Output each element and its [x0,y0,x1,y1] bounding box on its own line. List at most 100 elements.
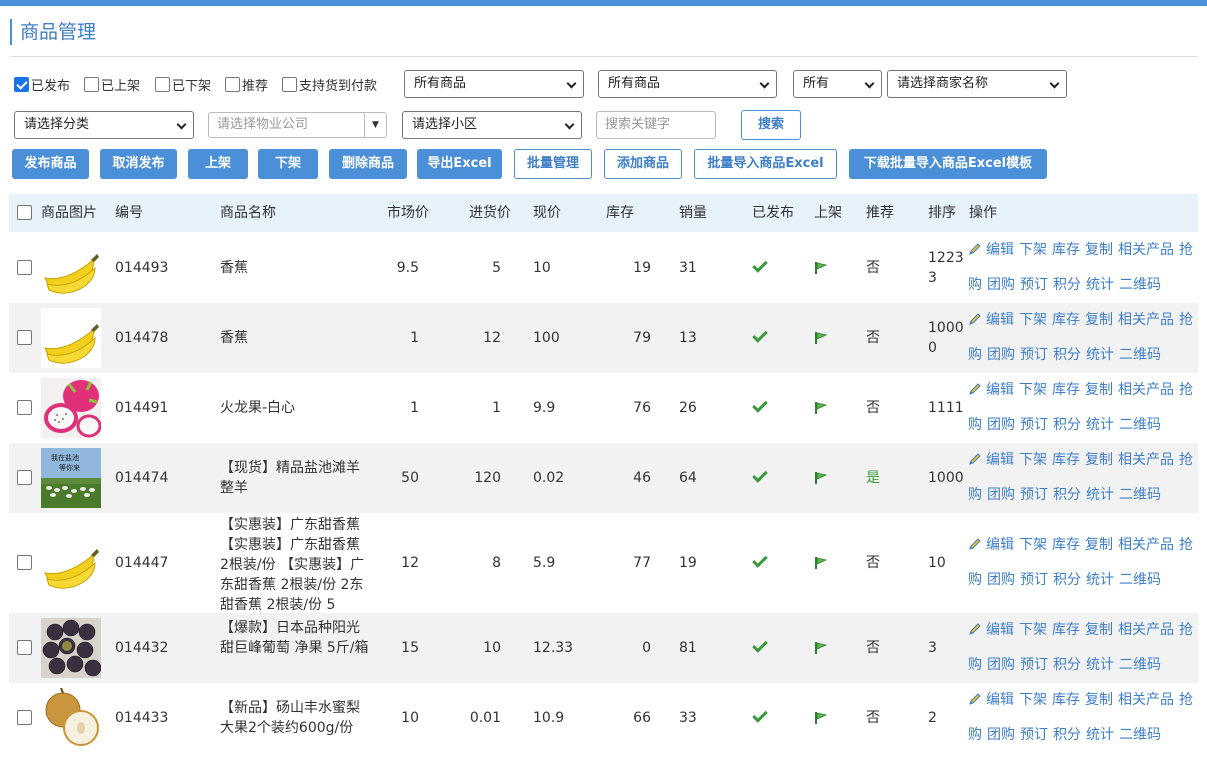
op-link[interactable]: 统计 [1086,347,1114,363]
op-link[interactable]: 库存 [1052,312,1080,328]
op-link[interactable]: 编辑 [986,312,1014,328]
op-link[interactable]: 下架 [1019,312,1047,328]
op-link[interactable]: 下架 [1019,242,1047,258]
op-link[interactable]: 下架 [1019,622,1047,638]
op-link[interactable]: 复制 [1085,622,1113,638]
op-link[interactable]: 复制 [1085,692,1113,708]
category-select[interactable]: 请选择分类 [14,111,194,139]
op-link[interactable]: 二维码 [1119,417,1161,433]
all-select[interactable]: 所有 [793,70,882,98]
op-link[interactable]: 编辑 [986,382,1014,398]
op-link[interactable]: 相关产品 [1118,452,1174,468]
op-link[interactable]: 复制 [1085,452,1113,468]
op-link[interactable]: 预订 [1020,347,1048,363]
op-link[interactable]: 编辑 [986,537,1014,553]
op-link[interactable]: 二维码 [1119,657,1161,673]
op-link[interactable]: 二维码 [1119,277,1161,293]
flag-icon[interactable] [814,711,828,725]
op-link[interactable]: 积分 [1053,487,1081,503]
select-all-checkbox[interactable] [17,205,32,220]
flag-icon[interactable] [814,471,828,485]
filter-cod[interactable]: 支持货到付款 [282,70,377,98]
shelved-checkbox[interactable] [84,76,99,92]
op-link[interactable]: 统计 [1086,657,1114,673]
op-link[interactable]: 编辑 [986,692,1014,708]
op-link[interactable]: 积分 [1053,277,1081,293]
search-button[interactable]: 搜索 [741,110,801,140]
op-link[interactable]: 统计 [1086,727,1114,743]
published-checkbox[interactable] [14,76,29,92]
op-link[interactable]: 下架 [1019,692,1047,708]
property-company-combo[interactable]: 请选择物业公司 ▼ [208,112,387,138]
flag-icon[interactable] [814,331,828,345]
unshelved-checkbox[interactable] [155,76,170,92]
download-template-button[interactable]: 下载批量导入商品Excel模板 [849,149,1047,179]
op-link[interactable]: 预订 [1020,487,1048,503]
op-link[interactable]: 积分 [1053,727,1081,743]
op-link[interactable]: 复制 [1085,382,1113,398]
op-link[interactable]: 库存 [1052,382,1080,398]
op-link[interactable]: 编辑 [986,452,1014,468]
op-link[interactable]: 统计 [1086,487,1114,503]
goods-status-select[interactable]: 所有商品 [598,70,777,98]
filter-shelved[interactable]: 已上架 [84,70,140,98]
flag-icon[interactable] [814,556,828,570]
add-goods-button[interactable]: 添加商品 [604,149,682,179]
recommend-checkbox[interactable] [225,76,240,92]
delete-button[interactable]: 删除商品 [329,149,407,179]
flag-icon[interactable] [814,641,828,655]
op-link[interactable]: 下架 [1019,452,1047,468]
op-link[interactable]: 预订 [1020,727,1048,743]
shelve-button[interactable]: 上架 [188,149,248,179]
op-link[interactable]: 预订 [1020,277,1048,293]
op-link[interactable]: 统计 [1086,572,1114,588]
op-link[interactable]: 团购 [987,727,1015,743]
goods-type-select[interactable]: 所有商品 [404,70,584,98]
op-link[interactable]: 相关产品 [1118,312,1174,328]
flag-icon[interactable] [814,261,828,275]
unshelve-button[interactable]: 下架 [258,149,318,179]
row-checkbox[interactable] [17,400,32,415]
filter-published[interactable]: 已发布 [14,70,70,98]
row-checkbox[interactable] [17,710,32,725]
op-link[interactable]: 编辑 [986,242,1014,258]
op-link[interactable]: 统计 [1086,277,1114,293]
op-link[interactable]: 相关产品 [1118,242,1174,258]
op-link[interactable]: 相关产品 [1118,382,1174,398]
op-link[interactable]: 预订 [1020,572,1048,588]
op-link[interactable]: 预订 [1020,657,1048,673]
op-link[interactable]: 库存 [1052,242,1080,258]
batch-import-button[interactable]: 批量导入商品Excel [694,149,837,179]
community-select[interactable]: 请选择小区 [402,111,582,139]
op-link[interactable]: 复制 [1085,537,1113,553]
op-link[interactable]: 相关产品 [1118,622,1174,638]
op-link[interactable]: 下架 [1019,382,1047,398]
row-checkbox[interactable] [17,260,32,275]
filter-recommend[interactable]: 推荐 [225,70,268,98]
dropdown-arrow-icon[interactable]: ▼ [364,113,386,137]
op-link[interactable]: 积分 [1053,347,1081,363]
op-link[interactable]: 二维码 [1119,572,1161,588]
op-link[interactable]: 团购 [987,277,1015,293]
keyword-search-input[interactable]: 搜索关键字 [596,111,716,139]
op-link[interactable]: 复制 [1085,242,1113,258]
row-checkbox[interactable] [17,470,32,485]
op-link[interactable]: 库存 [1052,622,1080,638]
op-link[interactable]: 团购 [987,487,1015,503]
op-link[interactable]: 团购 [987,347,1015,363]
op-link[interactable]: 统计 [1086,417,1114,433]
op-link[interactable]: 预订 [1020,417,1048,433]
flag-icon[interactable] [814,401,828,415]
op-link[interactable]: 编辑 [986,622,1014,638]
op-link[interactable]: 相关产品 [1118,537,1174,553]
op-link[interactable]: 库存 [1052,452,1080,468]
op-link[interactable]: 库存 [1052,537,1080,553]
op-link[interactable]: 二维码 [1119,727,1161,743]
op-link[interactable]: 积分 [1053,417,1081,433]
op-link[interactable]: 积分 [1053,657,1081,673]
publish-button[interactable]: 发布商品 [12,149,89,179]
merchant-select[interactable]: 请选择商家名称 [887,70,1067,98]
op-link[interactable]: 团购 [987,572,1015,588]
op-link[interactable]: 团购 [987,417,1015,433]
row-checkbox[interactable] [17,330,32,345]
